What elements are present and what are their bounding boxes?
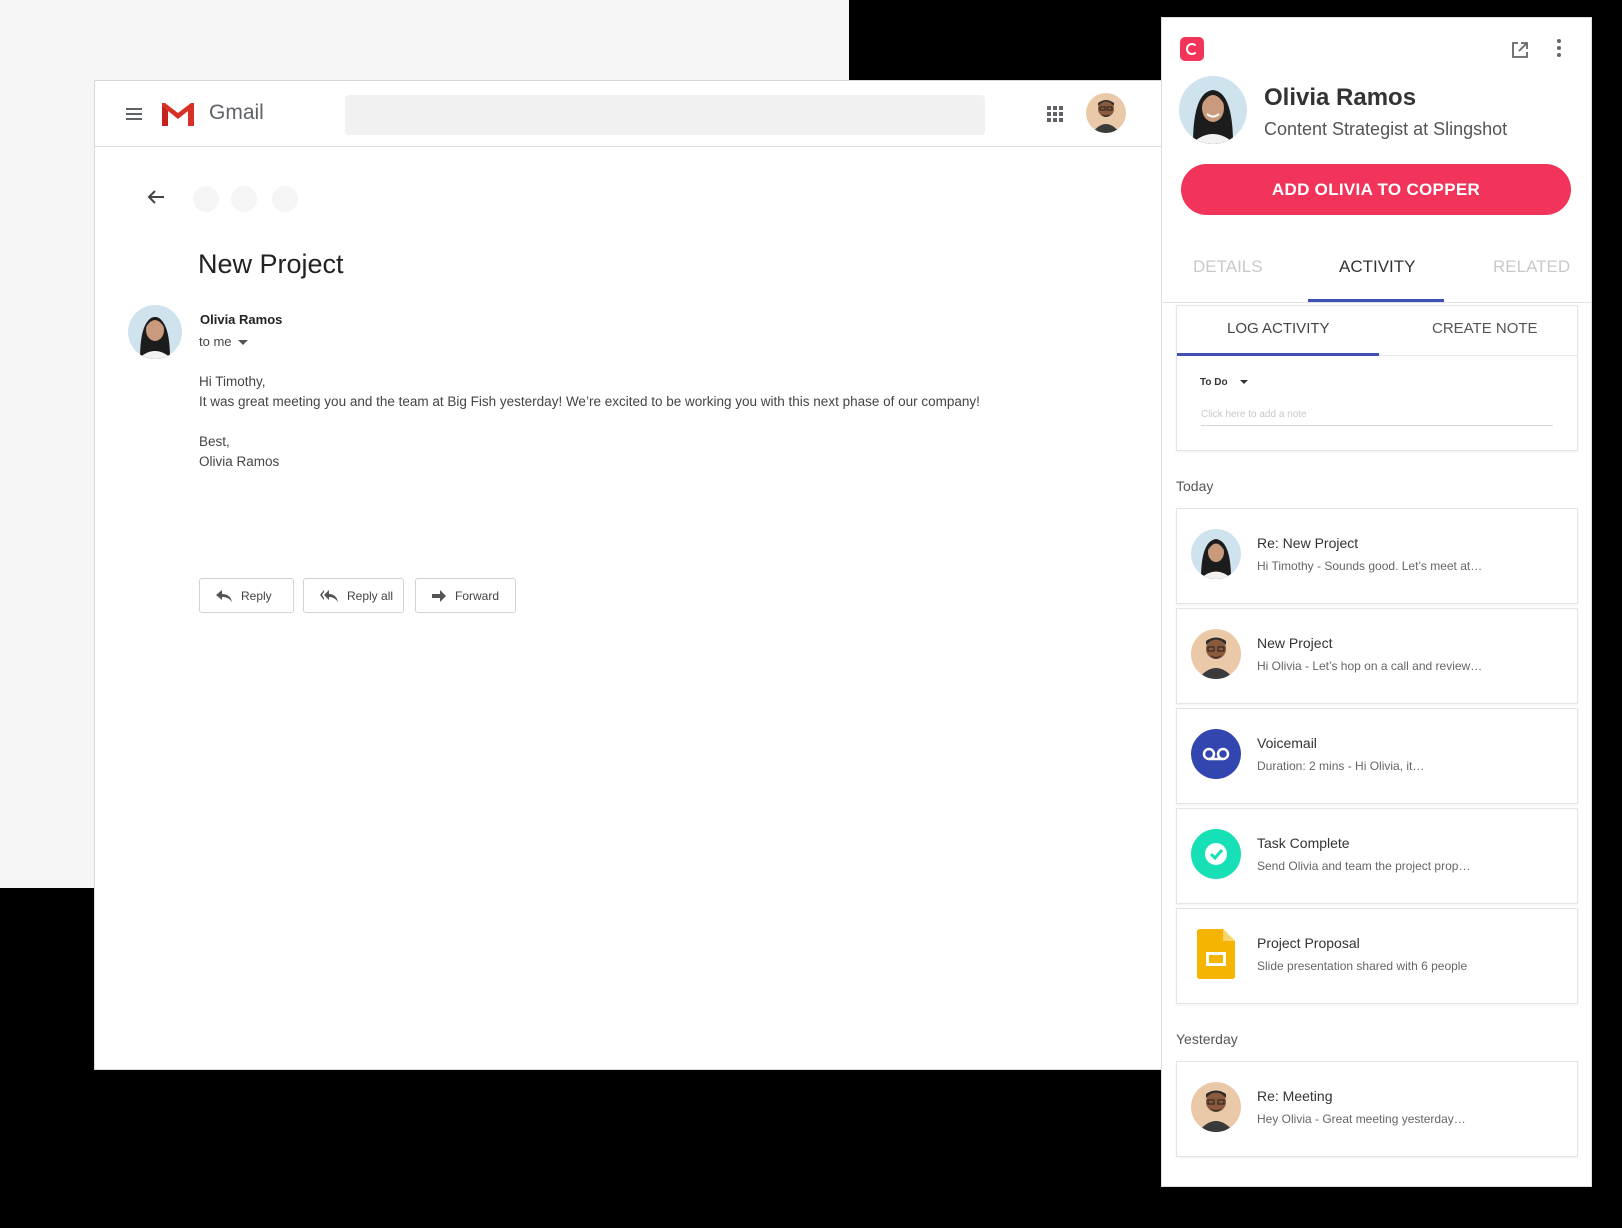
activity-title: New Project bbox=[1257, 635, 1333, 651]
activity-item[interactable]: Re: New Project Hi Timothy - Sounds good… bbox=[1176, 508, 1578, 604]
reply-all-button[interactable]: Reply all bbox=[303, 578, 404, 613]
copper-logo-icon bbox=[1180, 37, 1204, 61]
reply-all-icon bbox=[320, 589, 338, 602]
gmail-window: Gmail New Project Olivia Ramos to me Hi … bbox=[94, 80, 1163, 1070]
activity-type-select[interactable]: To Do bbox=[1200, 377, 1248, 388]
contact-name: Olivia Ramos bbox=[1264, 84, 1417, 111]
activity-subtitle: Duration: 2 mins - Hi Olivia, it… bbox=[1257, 759, 1425, 773]
activity-type-label: To Do bbox=[1200, 377, 1228, 388]
section-today: Today bbox=[1176, 478, 1214, 494]
forward-button[interactable]: Forward bbox=[415, 578, 516, 613]
activity-item[interactable]: Task Complete Send Olivia and team the p… bbox=[1176, 808, 1578, 904]
email-body-line: It was great meeting you and the team at… bbox=[199, 394, 980, 409]
activity-title: Voicemail bbox=[1257, 735, 1317, 751]
tab-log-activity[interactable]: LOG ACTIVITY bbox=[1227, 320, 1330, 337]
toolbar-placeholder bbox=[231, 186, 257, 212]
copper-panel: Olivia Ramos Content Strategist at Sling… bbox=[1161, 17, 1592, 1187]
menu-icon[interactable] bbox=[126, 108, 142, 120]
contact-avatar bbox=[1179, 76, 1247, 144]
email-signature: Olivia Ramos bbox=[199, 454, 280, 469]
apps-grid-icon[interactable] bbox=[1047, 106, 1063, 122]
add-to-copper-button[interactable]: ADD OLIVIA TO COPPER bbox=[1181, 164, 1571, 215]
more-vertical-icon[interactable] bbox=[1556, 39, 1562, 59]
back-arrow-icon[interactable] bbox=[145, 186, 167, 208]
timothy-avatar bbox=[1191, 1082, 1241, 1132]
activity-title: Re: New Project bbox=[1257, 535, 1359, 551]
task-complete-icon bbox=[1191, 829, 1241, 879]
forward-label: Forward bbox=[455, 588, 500, 603]
toolbar-placeholder bbox=[272, 186, 298, 212]
activity-item[interactable]: Re: Meeting Hey Olivia - Great meeting y… bbox=[1176, 1061, 1578, 1157]
activity-item[interactable]: Project Proposal Slide presentation shar… bbox=[1176, 908, 1578, 1004]
forward-icon bbox=[432, 589, 446, 602]
activity-subtitle: Hey Olivia - Great meeting yesterday… bbox=[1257, 1112, 1466, 1126]
panel-tabs: DETAILS ACTIVITY RELATED bbox=[1162, 243, 1591, 303]
recipient-dropdown[interactable]: to me bbox=[199, 334, 248, 349]
user-avatar[interactable] bbox=[1086, 93, 1126, 133]
email-signoff: Best, bbox=[199, 434, 230, 449]
activity-subtitle: Hi Olivia - Let’s hop on a call and revi… bbox=[1257, 659, 1483, 673]
toolbar-placeholder bbox=[193, 186, 219, 212]
activity-title: Re: Meeting bbox=[1257, 1088, 1333, 1104]
open-external-icon[interactable] bbox=[1510, 40, 1530, 60]
slides-icon bbox=[1191, 929, 1241, 979]
contact-title: Content Strategist at Slingshot bbox=[1264, 119, 1508, 139]
timothy-avatar bbox=[1191, 629, 1241, 679]
tab-details[interactable]: DETAILS bbox=[1193, 257, 1263, 277]
tab-activity[interactable]: ACTIVITY bbox=[1339, 257, 1416, 277]
voicemail-icon bbox=[1191, 729, 1241, 779]
activity-title: Project Proposal bbox=[1257, 935, 1360, 951]
tab-create-note[interactable]: CREATE NOTE bbox=[1432, 320, 1538, 337]
reply-icon bbox=[216, 589, 232, 602]
activity-item[interactable]: New Project Hi Olivia - Let’s hop on a c… bbox=[1176, 608, 1578, 704]
activity-subtitle: Hi Timothy - Sounds good. Let’s meet at… bbox=[1257, 559, 1483, 573]
tab-related[interactable]: RELATED bbox=[1493, 257, 1570, 277]
activity-title: Task Complete bbox=[1257, 835, 1350, 851]
email-greeting: Hi Timothy, bbox=[199, 374, 266, 389]
email-subject: New Project bbox=[198, 249, 344, 279]
active-subtab-indicator bbox=[1177, 353, 1379, 356]
sender-avatar bbox=[128, 305, 182, 359]
chevron-down-icon bbox=[237, 340, 248, 346]
gmail-logo-icon bbox=[160, 100, 196, 127]
active-tab-indicator bbox=[1308, 299, 1444, 302]
sender-name: Olivia Ramos bbox=[200, 312, 283, 327]
log-activity-card: LOG ACTIVITY CREATE NOTE To Do bbox=[1176, 305, 1578, 451]
note-input[interactable] bbox=[1201, 404, 1553, 426]
activity-subtitle: Slide presentation shared with 6 people bbox=[1257, 959, 1468, 973]
gmail-header: Gmail bbox=[95, 81, 1162, 147]
olivia-avatar bbox=[1191, 529, 1241, 579]
reply-button[interactable]: Reply bbox=[199, 578, 294, 613]
search-bar[interactable] bbox=[345, 95, 985, 135]
reply-label: Reply bbox=[241, 588, 272, 603]
recipient-label: to me bbox=[199, 334, 232, 349]
gmail-brand: Gmail bbox=[209, 101, 264, 124]
activity-item[interactable]: Voicemail Duration: 2 mins - Hi Olivia, … bbox=[1176, 708, 1578, 804]
activity-subtitle: Send Olivia and team the project prop… bbox=[1257, 859, 1471, 873]
section-yesterday: Yesterday bbox=[1176, 1031, 1238, 1047]
reply-all-label: Reply all bbox=[347, 588, 394, 603]
chevron-down-icon bbox=[1239, 380, 1248, 385]
